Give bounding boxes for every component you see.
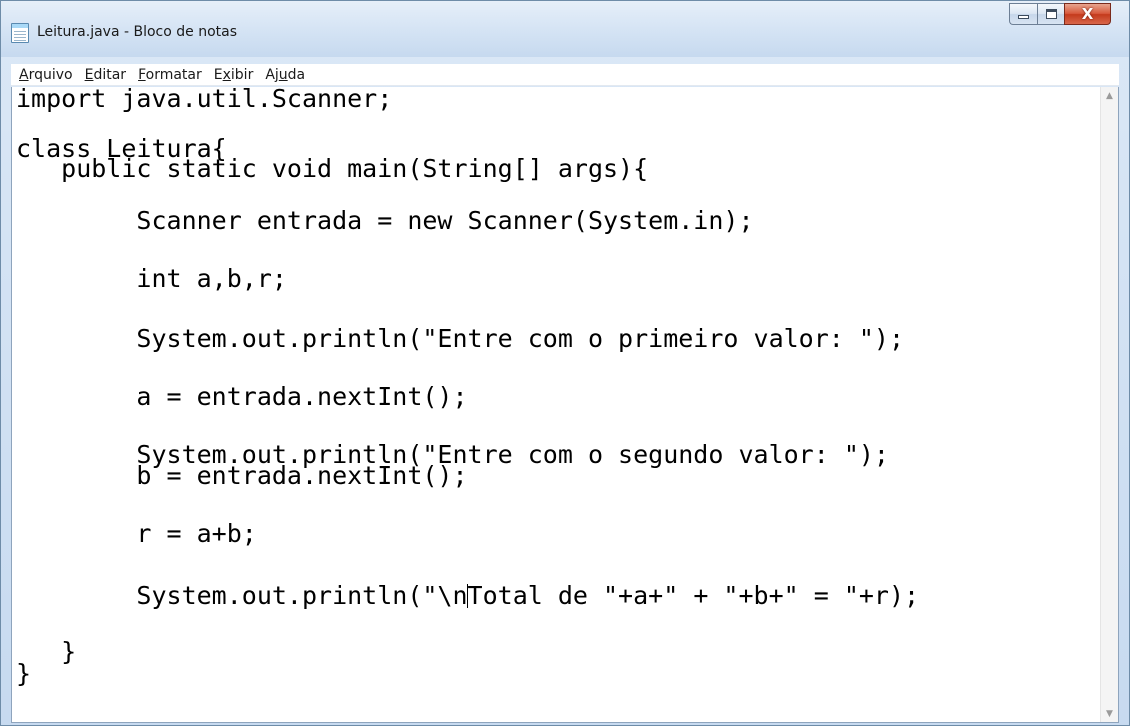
menu-item-editar[interactable]: Editar [85, 67, 126, 83]
code-line: Scanner entrada = new Scanner(System.in)… [16, 206, 754, 235]
vertical-scrollbar[interactable]: ▲ ▼ [1100, 87, 1118, 722]
title-bar[interactable]: Leitura.java - Bloco de notas X [1, 1, 1129, 57]
scroll-up-arrow-icon[interactable]: ▲ [1101, 87, 1118, 104]
maximize-icon [1045, 9, 1057, 19]
caption-buttons: X [1009, 3, 1111, 25]
menu-item-exibir[interactable]: Exibir [214, 67, 254, 83]
menu-item-formatar[interactable]: Formatar [138, 67, 202, 83]
scroll-down-arrow-icon[interactable]: ▼ [1101, 705, 1118, 722]
window-title: Leitura.java - Bloco de notas [37, 24, 238, 40]
code-line: r = a+b; [16, 519, 257, 548]
menu-item-ajuda[interactable]: Ajuda [265, 67, 305, 83]
code-line: b = entrada.nextInt(); [16, 461, 468, 490]
notepad-window: Leitura.java - Bloco de notas X Arquivo E… [0, 0, 1130, 726]
minimize-button[interactable] [1009, 3, 1037, 25]
minimize-icon [1018, 15, 1029, 19]
menu-bar: Arquivo Editar Formatar Exibir Ajuda [11, 64, 1119, 86]
code-line: } [16, 659, 32, 688]
code-line: System.out.println("\nTotal de "+a+" + "… [16, 581, 920, 610]
code-line: import java.util.Scanner; [16, 87, 393, 113]
menu-item-arquivo[interactable]: Arquivo [19, 67, 73, 83]
text-caret [467, 584, 469, 608]
close-icon: X [1081, 4, 1094, 23]
code-line: a = entrada.nextInt(); [16, 382, 468, 411]
notepad-icon[interactable] [11, 23, 29, 43]
code-line: int a,b,r; [16, 264, 287, 293]
text-editor[interactable]: import java.util.Scanner; class Leitura{ … [11, 87, 1119, 723]
close-button[interactable]: X [1064, 3, 1111, 25]
code-line: public static void main(String[] args){ [16, 154, 649, 183]
code-line: System.out.println("Entre com o primeiro… [16, 324, 905, 353]
maximize-button[interactable] [1037, 3, 1064, 25]
